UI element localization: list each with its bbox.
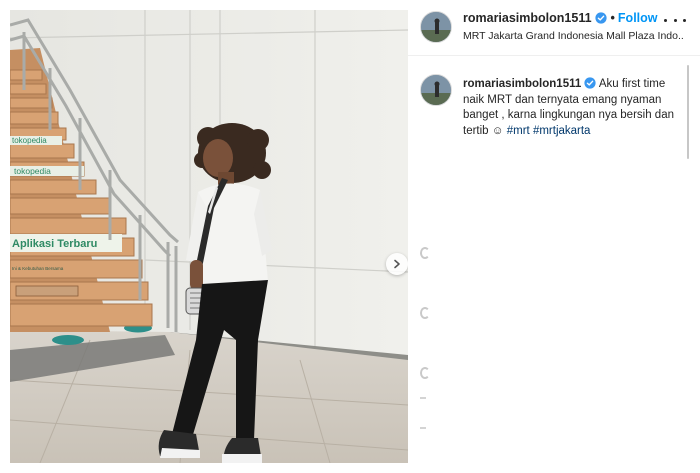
avatar[interactable] xyxy=(420,11,452,43)
chevron-right-icon xyxy=(394,259,400,269)
avatar-image xyxy=(421,12,451,42)
more-dot xyxy=(664,18,667,22)
more-options-icon[interactable] xyxy=(664,13,686,27)
follow-button[interactable]: Follow xyxy=(618,11,658,25)
comments-scrollbar[interactable] xyxy=(687,65,689,159)
caption-emoji: ☺ xyxy=(491,124,504,137)
author-username[interactable]: romariasimbolon1511 xyxy=(463,11,592,25)
loading-placeholder xyxy=(420,397,426,399)
more-dot xyxy=(683,18,686,22)
next-photo-button[interactable] xyxy=(386,253,408,275)
loading-placeholder xyxy=(420,367,430,379)
stair-sign-app: Aplikasi Terbaru xyxy=(12,238,97,250)
location-link[interactable]: MRT Jakarta Grand Indonesia Mall Plaza I… xyxy=(463,30,683,42)
avatar-image xyxy=(421,75,451,105)
floor-sticker xyxy=(52,335,84,345)
stair-sign-small: Ini & Kebutuhan Bersama xyxy=(12,266,64,271)
stair-sign-tokopedia-2: tokopedia xyxy=(14,166,51,176)
separator-dot: • xyxy=(610,11,615,25)
loading-placeholder xyxy=(420,247,430,259)
loading-placeholder xyxy=(420,307,430,319)
caption-avatar[interactable] xyxy=(420,74,452,106)
post-author: romariasimbolon1511 • Follow xyxy=(463,11,658,25)
instagram-post: tokopedia tokopedia Aplikasi Terbaru Ini… xyxy=(0,0,700,473)
post-side-panel: romariasimbolon1511 • Follow MRT Jakarta … xyxy=(408,0,700,473)
verified-badge-icon xyxy=(594,12,607,24)
comments-area: romariasimbolon1511 Aku first time naik … xyxy=(408,57,700,473)
caption-username[interactable]: romariasimbolon1511 xyxy=(463,78,581,90)
hashtag-mrtjakarta[interactable]: #mrtjakarta xyxy=(533,125,591,137)
stair-sign-tokopedia-1: tokopedia xyxy=(12,136,47,145)
post-header: romariasimbolon1511 • Follow MRT Jakarta … xyxy=(408,0,700,56)
verified-badge-icon xyxy=(584,77,596,89)
more-dot xyxy=(673,18,677,22)
post-photo[interactable]: tokopedia tokopedia Aplikasi Terbaru Ini… xyxy=(10,10,408,463)
loading-placeholder xyxy=(420,427,426,429)
photo-scene: tokopedia tokopedia Aplikasi Terbaru Ini… xyxy=(10,10,408,463)
post-caption: romariasimbolon1511 Aku first time naik … xyxy=(463,77,685,139)
hashtag-mrt[interactable]: #mrt xyxy=(507,125,530,137)
